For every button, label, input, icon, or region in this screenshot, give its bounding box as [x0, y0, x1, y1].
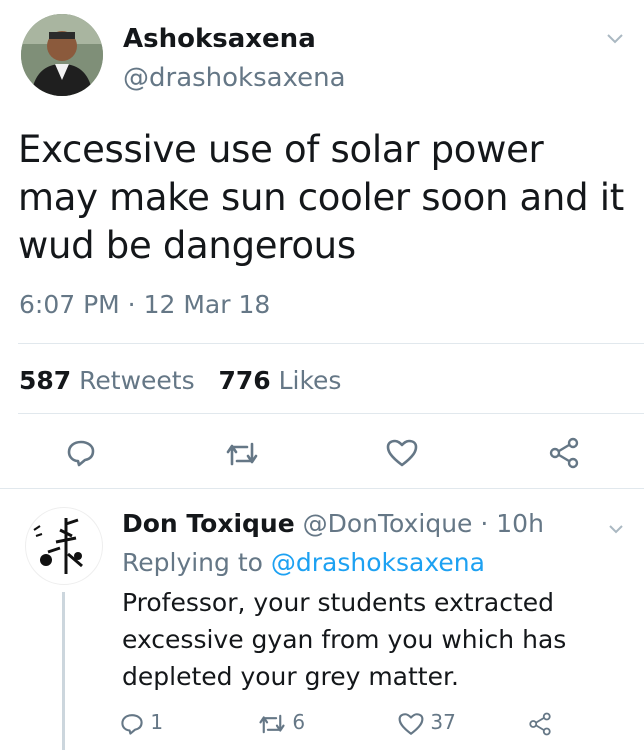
chevron-down-icon[interactable]	[609, 515, 623, 539]
reply-count: 1	[150, 710, 164, 734]
replying-to: Replying to @drashoksaxena	[122, 548, 485, 577]
reply-header: Don Toxique @DonToxique · 10h	[122, 509, 544, 538]
replying-prefix: Replying to	[122, 548, 263, 577]
reply-like-action[interactable]: 37	[398, 710, 456, 736]
author-handle[interactable]: @drashoksaxena	[123, 63, 346, 93]
share-icon[interactable]	[548, 437, 580, 473]
thread-line	[62, 592, 65, 750]
heart-icon[interactable]	[398, 710, 430, 735]
reply-reply-action[interactable]: 1	[120, 710, 163, 736]
retweet-icon[interactable]	[258, 710, 292, 734]
divider	[18, 343, 644, 344]
reply-retweet-action[interactable]: 6	[258, 710, 305, 736]
chevron-down-icon[interactable]	[607, 26, 623, 50]
reply-handle[interactable]: @DonToxique	[303, 509, 473, 538]
likes-count[interactable]: 776	[218, 366, 270, 395]
reply-text: Professor, your students extracted exces…	[122, 588, 567, 691]
reply-icon[interactable]	[120, 710, 150, 735]
like-count: 37	[430, 710, 456, 734]
retweets-label[interactable]: Retweets	[79, 366, 194, 395]
tweet-stats: 587 Retweets 776 Likes	[19, 366, 341, 395]
retweet-count: 6	[292, 710, 306, 734]
heart-icon[interactable]	[386, 439, 418, 471]
reply-display-name[interactable]: Don Toxique	[122, 509, 295, 538]
reply-icon[interactable]	[66, 438, 96, 472]
tweet-text: Excessive use of solar power may make su…	[18, 128, 624, 267]
reply-time: · 10h	[480, 509, 544, 538]
tweet-timestamp[interactable]: 6:07 PM · 12 Mar 18	[19, 290, 270, 319]
author-avatar[interactable]	[21, 14, 103, 96]
replying-handle-link[interactable]: @drashoksaxena	[271, 548, 485, 577]
reply-author-avatar[interactable]	[25, 507, 103, 585]
divider	[0, 488, 644, 489]
retweets-count[interactable]: 587	[19, 366, 71, 395]
divider	[18, 413, 644, 414]
likes-label[interactable]: Likes	[279, 366, 342, 395]
share-icon[interactable]	[528, 710, 552, 736]
author-display-name[interactable]: Ashoksaxena	[123, 24, 316, 54]
retweet-icon[interactable]	[225, 440, 259, 472]
